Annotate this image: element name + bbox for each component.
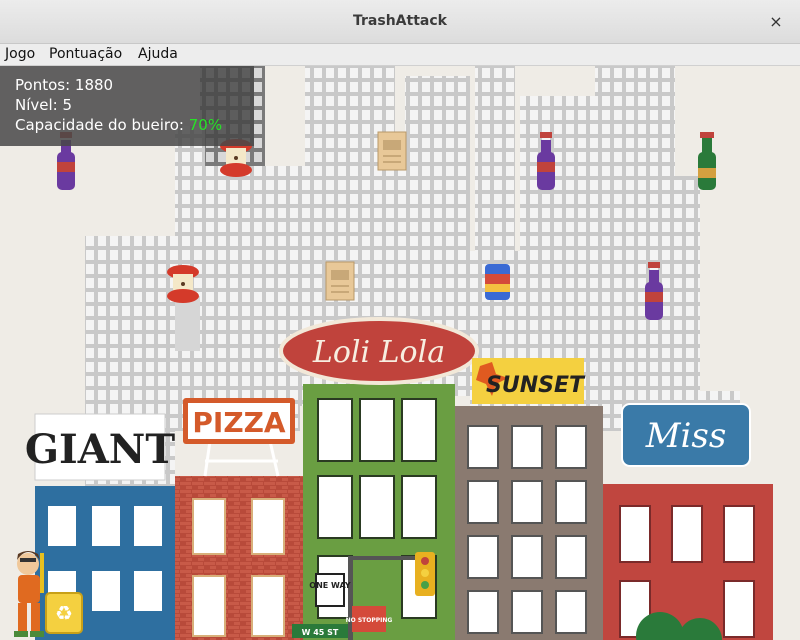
- score-value: 1880: [74, 76, 114, 94]
- trash-newspaper: [377, 131, 407, 171]
- sunset-building: SUNSET: [455, 358, 603, 640]
- lola-sign-text: Loli Lola: [312, 335, 445, 370]
- capacity-value: 70%: [188, 116, 223, 134]
- window-title: TrashAttack: [353, 13, 447, 29]
- menu-bar: Jogo Pontuação Ajuda: [0, 44, 800, 66]
- street-sign: W 45 ST: [302, 628, 339, 637]
- close-icon[interactable]: ×: [764, 10, 788, 34]
- no-stopping-sign: NO STOPPING: [346, 617, 393, 624]
- svg-text:♻: ♻: [55, 601, 73, 625]
- trash-juice-can: [485, 264, 510, 300]
- capacity-label: Capacidade do bueiro:: [15, 116, 184, 134]
- one-way-sign: ONE WAY: [309, 581, 351, 590]
- menu-pontuacao[interactable]: Pontuação: [49, 46, 122, 62]
- score-line: Pontos: 1880: [15, 76, 113, 94]
- giant-sign-text: GIANT: [25, 426, 175, 473]
- level-value: 5: [62, 96, 73, 114]
- level-label: Nível:: [15, 96, 58, 114]
- lola-building: Loli Lola: [279, 317, 479, 640]
- miss-sign-text: Miss: [645, 416, 727, 456]
- level-line: Nível: 5: [15, 96, 72, 114]
- trash-newspaper: [325, 261, 355, 301]
- menu-jogo[interactable]: Jogo: [5, 46, 35, 62]
- sunset-sign-text: SUNSET: [486, 373, 586, 398]
- capacity-line: Capacidade do bueiro: 70%: [15, 116, 222, 134]
- window-titlebar: TrashAttack ×: [0, 0, 800, 44]
- pizza-sign-text: PIZZA: [192, 406, 286, 439]
- trash-green-bottle: [698, 132, 716, 190]
- miss-building: Miss: [603, 403, 773, 640]
- game-canvas[interactable]: GIANT PIZZA Loli Lola SUNSET Miss ONE WA…: [0, 66, 800, 640]
- hud-panel: Pontos: 1880 Nível: 5 Capacidade do buei…: [0, 66, 254, 146]
- menu-ajuda[interactable]: Ajuda: [138, 46, 178, 62]
- pizza-building: PIZZA: [175, 398, 305, 640]
- score-label: Pontos:: [15, 76, 71, 94]
